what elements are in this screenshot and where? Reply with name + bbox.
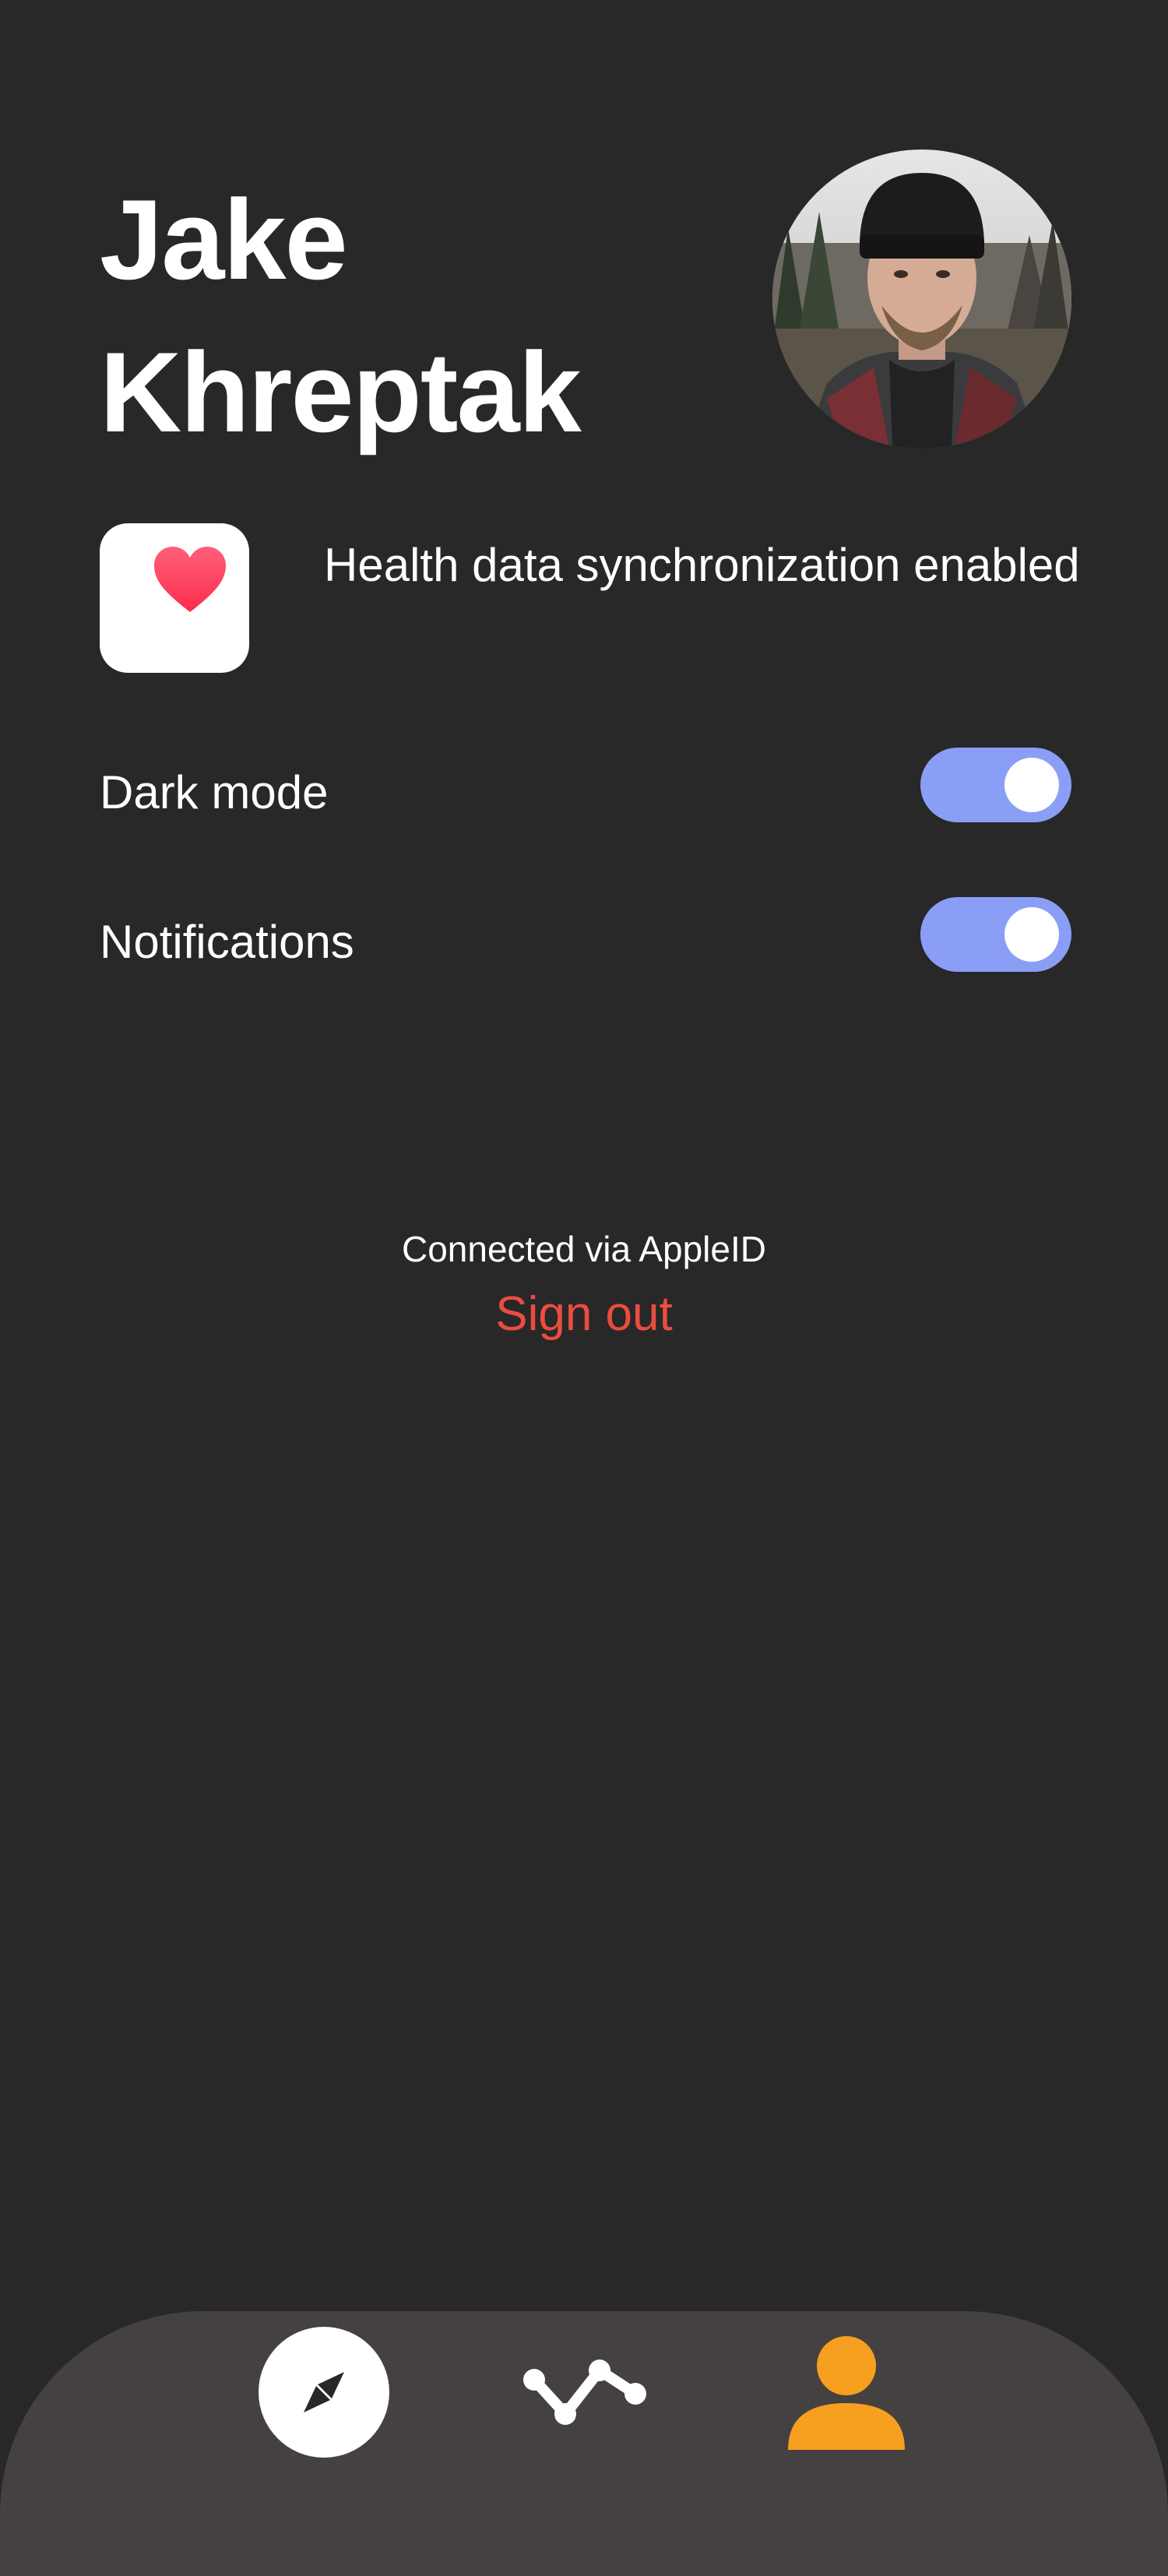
- dark-mode-toggle[interactable]: [920, 748, 1071, 822]
- toggle-knob: [1004, 907, 1059, 962]
- notifications-label: Notifications: [100, 916, 354, 968]
- notifications-toggle[interactable]: [920, 897, 1071, 972]
- connected-via-text: Connected via AppleID: [402, 1229, 766, 1269]
- tab-explore[interactable]: [259, 2327, 389, 2458]
- first-name: Jake: [100, 176, 348, 303]
- avatar-photo: [772, 150, 1071, 449]
- last-name: Khreptak: [100, 329, 582, 456]
- compass-icon: [304, 2372, 344, 2412]
- chart-line-icon: [523, 2360, 646, 2425]
- person-icon: [788, 2336, 905, 2450]
- tab-stats[interactable]: [522, 2353, 649, 2426]
- tab-bar: [0, 2311, 1168, 2576]
- sign-out-button[interactable]: Sign out: [0, 1283, 1168, 1346]
- toggle-knob: [1004, 758, 1059, 812]
- health-sync-status: Health data synchronization enabled: [324, 539, 1080, 591]
- health-app-icon: [100, 523, 249, 673]
- avatar[interactable]: [772, 150, 1071, 449]
- tab-profile[interactable]: [788, 2336, 905, 2450]
- dark-mode-label: Dark mode: [100, 766, 329, 818]
- heart-icon: [154, 547, 226, 612]
- user-name: Jake Khreptak: [100, 164, 738, 469]
